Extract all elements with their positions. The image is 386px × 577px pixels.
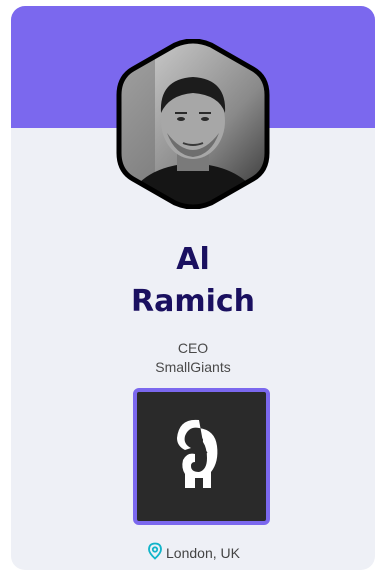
elephant-logo-icon [177, 419, 218, 488]
profile-card[interactable]: Al Ramich CEO SmallGiants London, UK [11, 6, 375, 570]
profile-last-name: Ramich [130, 284, 256, 319]
profile-role: CEO [177, 340, 209, 356]
avatar [115, 39, 271, 209]
company-logo[interactable] [133, 388, 270, 525]
profile-location: London, UK [11, 542, 375, 563]
location-label: London, UK [166, 544, 240, 561]
profile-company: SmallGiants [155, 359, 231, 375]
profile-first-name: Al [176, 242, 210, 277]
map-pin-icon [146, 542, 164, 563]
